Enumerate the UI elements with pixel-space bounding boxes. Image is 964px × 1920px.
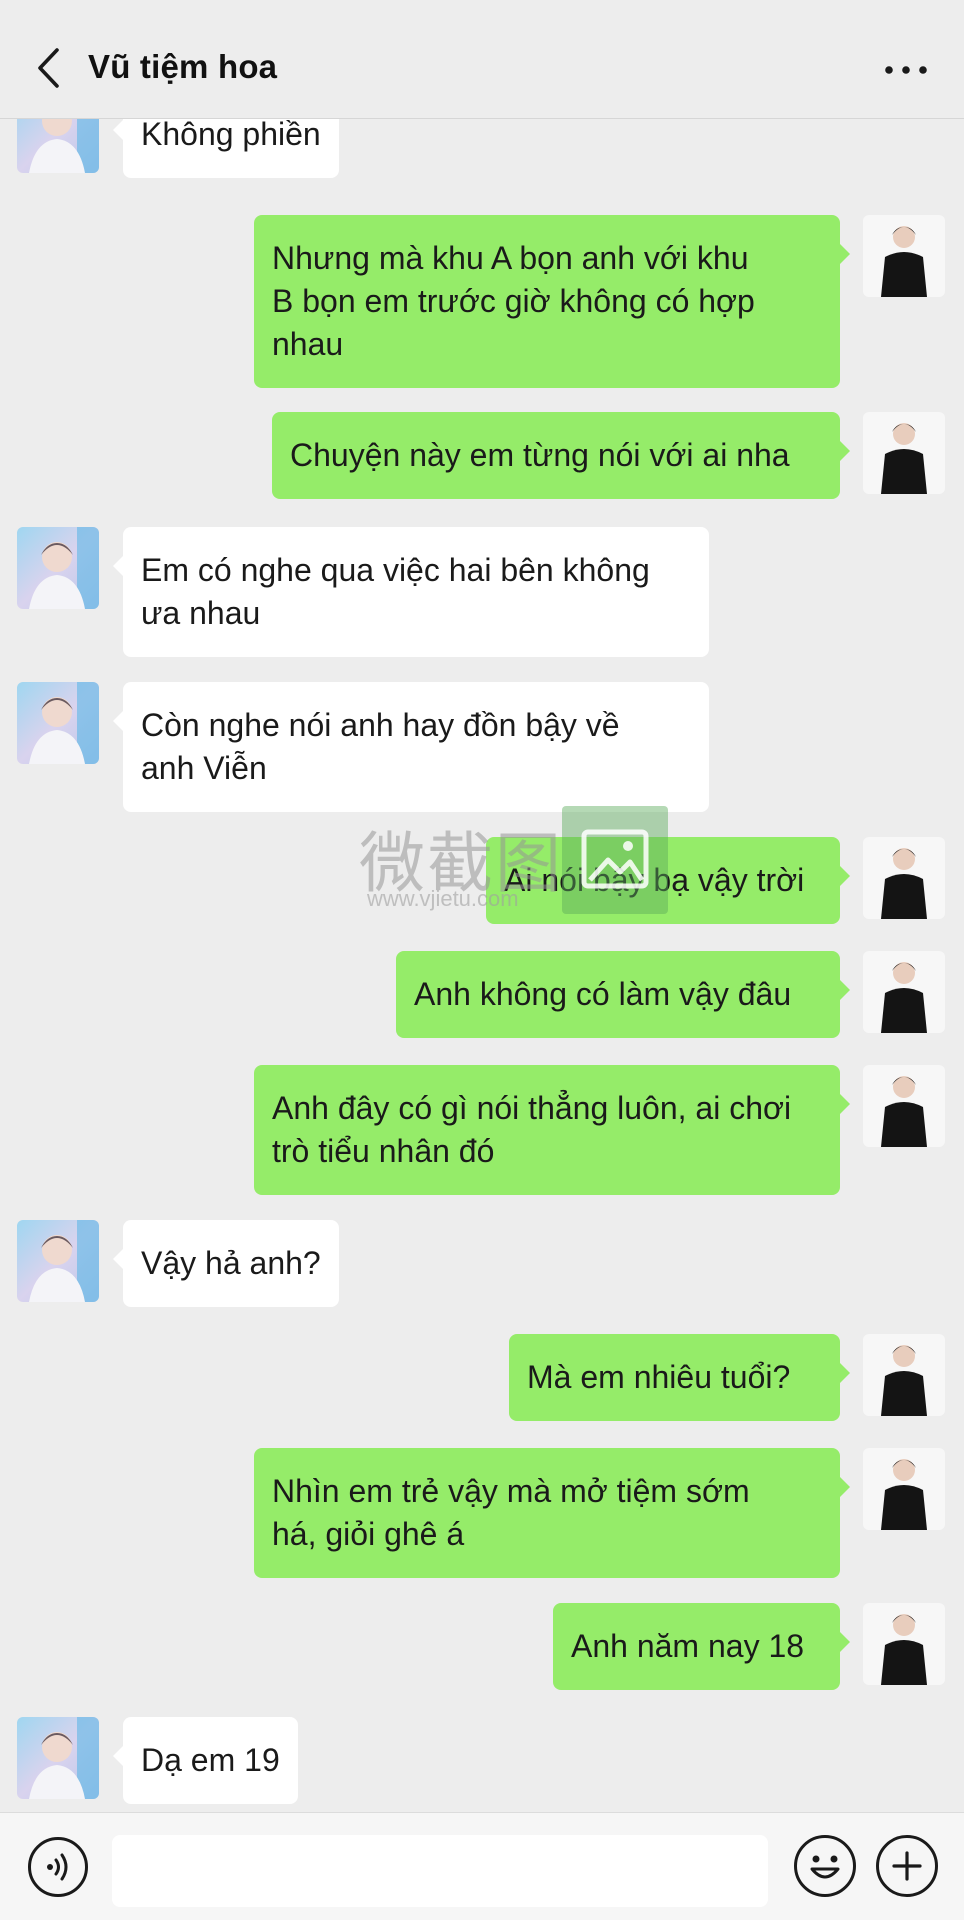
message-bubble[interactable]: Ai nói bậy bạ vậy trời — [486, 837, 850, 924]
user-avatar-image — [863, 412, 945, 494]
message-bubble[interactable]: Dạ em 19 — [113, 1717, 298, 1804]
message-bubble[interactable]: Anh đây có gì nói thẳng luôn, ai chơi tr… — [254, 1065, 850, 1195]
message-bubble[interactable]: Vậy hả anh? — [113, 1220, 339, 1307]
chevron-left-icon — [38, 48, 59, 88]
contact-avatar-image — [17, 1717, 99, 1799]
message-bubble[interactable]: Còn nghe nói anh hay đồn bậy về anh Viễn — [113, 682, 709, 812]
contact-avatar[interactable] — [17, 119, 99, 173]
user-avatar-image — [863, 215, 945, 297]
contact-avatar[interactable] — [17, 1717, 99, 1799]
plus-button[interactable] — [876, 1835, 938, 1897]
message-bubble[interactable]: Nhìn em trẻ vậy mà mở tiệm sớm há, giỏi … — [254, 1448, 850, 1578]
emoji-icon — [810, 1855, 840, 1879]
header-bar: Vũ tiệm hoa — [0, 0, 964, 119]
contact-avatar[interactable] — [17, 527, 99, 609]
user-avatar[interactable] — [863, 951, 945, 1033]
contact-avatar-image — [17, 682, 99, 764]
user-avatar-image — [863, 951, 945, 1033]
user-avatar[interactable] — [863, 837, 945, 919]
user-avatar-image — [863, 837, 945, 919]
back-button[interactable] — [26, 40, 70, 96]
contact-avatar-image — [17, 119, 99, 173]
user-avatar-image — [863, 1334, 945, 1416]
contact-avatar-image — [17, 527, 99, 609]
contact-avatar-image — [17, 1220, 99, 1302]
user-avatar-image — [863, 1603, 945, 1685]
voice-icon — [47, 1853, 68, 1881]
voice-button[interactable] — [28, 1837, 88, 1897]
emoji-button[interactable] — [794, 1835, 856, 1897]
user-avatar[interactable] — [863, 1448, 945, 1530]
user-avatar[interactable] — [863, 1334, 945, 1416]
chat-screen: Vũ tiệm hoa Không phiền Nhưng mà khu A b… — [0, 0, 964, 1920]
message-bubble[interactable]: Mà em nhiêu tuổi? — [509, 1334, 850, 1421]
plus-icon — [892, 1851, 922, 1881]
user-avatar-image — [863, 1448, 945, 1530]
message-bubble[interactable]: Không phiền — [113, 119, 339, 178]
message-bubble[interactable]: Anh không có làm vậy đâu — [396, 951, 850, 1038]
message-bubble[interactable]: Anh năm nay 18 — [553, 1603, 850, 1690]
chat-title: Vũ tiệm hoa — [88, 48, 278, 85]
contact-avatar[interactable] — [17, 1220, 99, 1302]
more-dots-icon — [885, 66, 927, 74]
message-bubble[interactable]: Nhưng mà khu A bọn anh với khu B bọn em … — [254, 215, 850, 388]
user-avatar[interactable] — [863, 1065, 945, 1147]
user-avatar[interactable] — [863, 1603, 945, 1685]
message-list[interactable]: Không phiền Nhưng mà khu A bọn anh với k… — [0, 119, 964, 1812]
more-button[interactable] — [878, 52, 934, 88]
user-avatar[interactable] — [863, 215, 945, 297]
message-bubble[interactable]: Chuyện này em từng nói với ai nha — [272, 412, 850, 499]
user-avatar[interactable] — [863, 412, 945, 494]
input-bar — [0, 1812, 964, 1920]
message-input[interactable] — [112, 1835, 768, 1907]
contact-avatar[interactable] — [17, 682, 99, 764]
message-bubble[interactable]: Em có nghe qua việc hai bên không ưa nha… — [113, 527, 709, 657]
user-avatar-image — [863, 1065, 945, 1147]
